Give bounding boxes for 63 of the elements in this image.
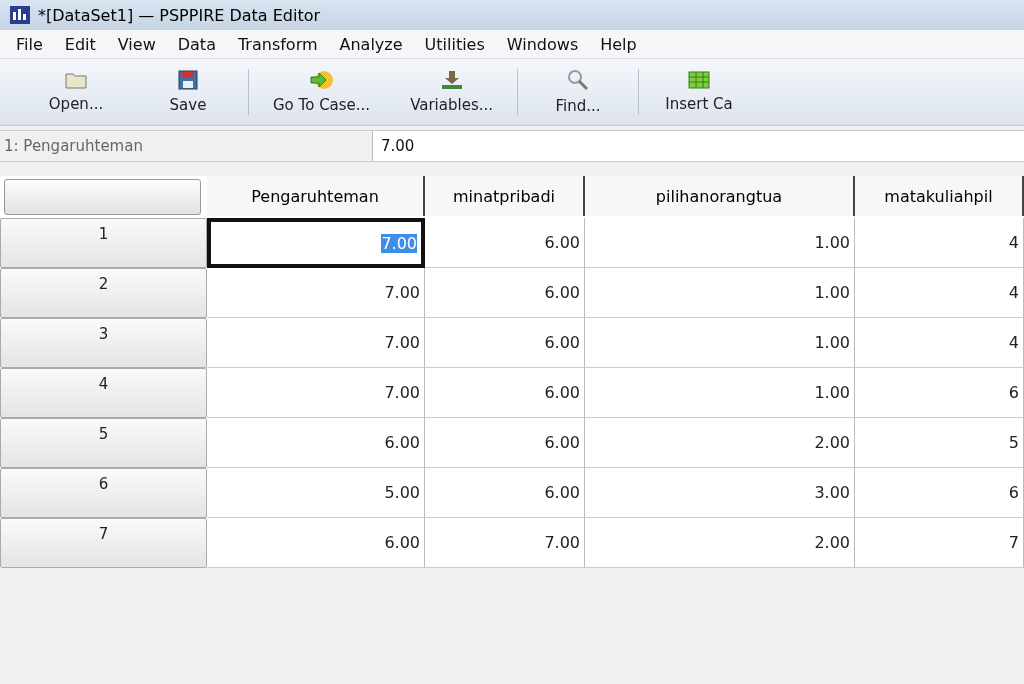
table-cell[interactable]: 6.00 [425, 218, 585, 268]
arrow-circle-icon [309, 70, 334, 90]
menu-item[interactable]: Analyze [331, 32, 411, 56]
toolbar-button[interactable]: Save [132, 59, 244, 125]
menu-item[interactable]: Edit [56, 32, 104, 56]
table-cell[interactable]: 6.00 [425, 468, 585, 518]
table-cell[interactable]: 2.00 [585, 418, 855, 468]
table-cell[interactable]: 1.00 [585, 368, 855, 418]
table-cell[interactable]: 6.00 [425, 318, 585, 368]
table-cell[interactable]: 3.00 [585, 468, 855, 518]
table-cell[interactable]: 6.00 [425, 268, 585, 318]
table-cell[interactable]: 4 [855, 318, 1024, 368]
table-cell[interactable]: 6.00 [425, 368, 585, 418]
table-cell[interactable]: 6.00 [207, 518, 425, 568]
toolbar-button[interactable]: Variables... [390, 59, 513, 125]
row-header[interactable]: 1 [0, 218, 207, 268]
menu-item[interactable]: Help [592, 32, 645, 56]
table-cell[interactable]: 6 [855, 368, 1024, 418]
table-cell[interactable]: 7.00 [207, 268, 425, 318]
table-cell[interactable]: 2.00 [585, 518, 855, 568]
menu-item[interactable]: File [8, 32, 51, 56]
menu-item[interactable]: Data [169, 32, 224, 56]
table-cell[interactable]: 4 [855, 268, 1024, 318]
table-cell[interactable]: 6.00 [425, 418, 585, 468]
row-header[interactable]: 4 [0, 368, 207, 418]
table-cell[interactable]: 6.00 [207, 418, 425, 468]
table-cell[interactable]: 7.00 [207, 318, 425, 368]
row-header[interactable]: 2 [0, 268, 207, 318]
menu-item[interactable]: Transform [229, 32, 326, 56]
menu-item[interactable]: View [109, 32, 164, 56]
cell-reference: 1: Pengaruhteman [0, 131, 373, 161]
table-cell[interactable]: 4 [855, 218, 1024, 268]
column-header[interactable]: minatpribadi [425, 176, 585, 216]
column-header[interactable]: Pengaruhteman [207, 176, 425, 216]
table-cell[interactable]: 7.00 [207, 368, 425, 418]
table-cell[interactable]: 7 [855, 518, 1024, 568]
table-cell[interactable]: 7.00 [425, 518, 585, 568]
menu-item[interactable]: Windows [498, 32, 587, 56]
column-header[interactable]: pilihanorangtua [585, 176, 855, 216]
toolbar-button[interactable]: Go To Case... [253, 59, 391, 125]
download-tray-icon [440, 70, 463, 90]
row-header[interactable]: 5 [0, 418, 207, 468]
toolbar-button[interactable]: Open... [20, 59, 132, 125]
table-cell[interactable]: 1.00 [585, 268, 855, 318]
column-header[interactable]: matakuliahpil [855, 176, 1024, 216]
toolbar-button[interactable]: Find... [522, 59, 634, 125]
corner-button[interactable] [4, 179, 201, 215]
table-cell[interactable]: 1.00 [585, 218, 855, 268]
grid-icon [688, 71, 710, 89]
menu-item[interactable]: Utilities [416, 32, 493, 56]
row-header[interactable]: 6 [0, 468, 207, 518]
window-title: *[DataSet1] — PSPPIRE Data Editor [38, 5, 321, 25]
app-icon [10, 6, 30, 24]
table-cell[interactable]: 5.00 [207, 468, 425, 518]
folder-icon [65, 71, 87, 89]
row-header[interactable]: 7 [0, 518, 207, 568]
table-cell[interactable]: 6 [855, 468, 1024, 518]
table-cell[interactable]: 5 [855, 418, 1024, 468]
toolbar-button[interactable]: Insert Ca [643, 59, 755, 125]
table-cell[interactable]: 1.00 [585, 318, 855, 368]
magnifier-icon [567, 69, 589, 91]
row-header[interactable]: 3 [0, 318, 207, 368]
cell-value-field[interactable]: 7.00 [373, 131, 1024, 161]
